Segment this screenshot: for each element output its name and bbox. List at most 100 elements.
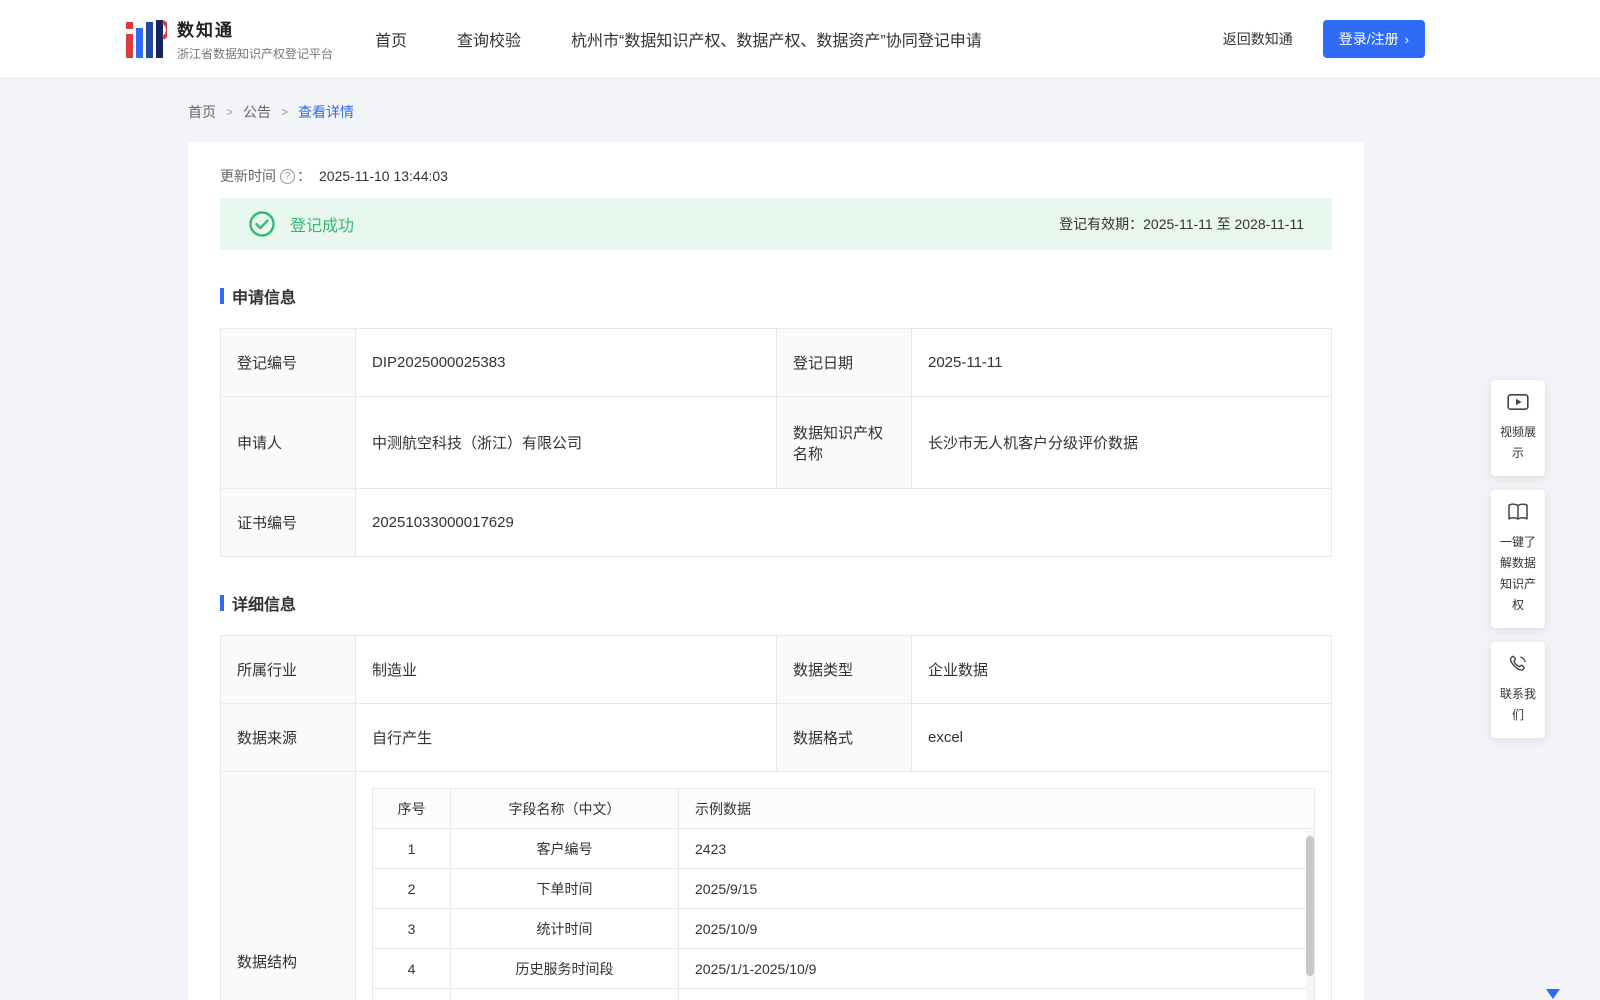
validity-label: 登记有效期： bbox=[1059, 216, 1144, 232]
breadcrumb-separator: > bbox=[281, 105, 289, 119]
logo bbox=[126, 20, 167, 58]
nav-item-home[interactable]: 首页 bbox=[375, 27, 407, 51]
cell-field-name: 下单时间 bbox=[450, 868, 679, 909]
column-header: 序号 bbox=[372, 788, 451, 829]
update-time-value: 2025-11-10 13:44:03 bbox=[319, 168, 448, 184]
field-label: 数据结构 bbox=[220, 771, 356, 1000]
chevron-right-icon: › bbox=[1404, 31, 1409, 47]
detail-info-table: 所属行业 制造业 数据类型 企业数据 数据来源 自行产生 数据格式 excel … bbox=[220, 635, 1332, 1000]
field-label: 数据类型 bbox=[776, 635, 912, 704]
table-row: 数据来源 自行产生 数据格式 excel bbox=[220, 703, 1332, 772]
table-row: 2 下单时间 2025/9/15 bbox=[372, 868, 1315, 909]
phone-icon bbox=[1509, 655, 1526, 671]
section-marker bbox=[220, 595, 224, 611]
table-row: 4 历史服务时间段 2025/1/1-2025/10/9 bbox=[372, 948, 1315, 989]
back-to-shuzhitong-link[interactable]: 返回数知通 bbox=[1223, 29, 1293, 49]
scrollbar[interactable] bbox=[1306, 830, 1314, 1000]
field-label: 登记编号 bbox=[220, 328, 356, 397]
breadcrumb: 首页 > 公告 > 查看详情 bbox=[188, 102, 1600, 122]
breadcrumb-home[interactable]: 首页 bbox=[188, 102, 216, 122]
nav-item-query-verify[interactable]: 查询校验 bbox=[457, 27, 521, 51]
brand[interactable]: 数知通 浙江省数据知识产权登记平台 bbox=[125, 16, 333, 62]
field-value: DIP2025000025383 bbox=[355, 328, 777, 397]
table-header-row: 序号 字段名称（中文） 示例数据 bbox=[372, 788, 1315, 829]
data-structure-cell: 序号 字段名称（中文） 示例数据 1 客户编号 2423 2 下单时间 2025… bbox=[355, 771, 1332, 1000]
field-label: 证书编号 bbox=[220, 488, 356, 557]
nav-item-hangzhou-registration[interactable]: 杭州市“数据知识产权、数据产权、数据资产”协同登记申请 bbox=[571, 27, 982, 51]
apply-info-table: 登记编号 DIP2025000025383 登记日期 2025-11-11 申请… bbox=[220, 328, 1332, 557]
learn-data-ip-button[interactable]: 一键了解数据知识产权 bbox=[1491, 490, 1545, 628]
table-row: 所属行业 制造业 数据类型 企业数据 bbox=[220, 635, 1332, 704]
field-value: 中测航空科技（浙江）有限公司 bbox=[355, 396, 777, 489]
table-row: 3 统计时间 2025/10/9 bbox=[372, 908, 1315, 949]
field-value: 2025-11-11 bbox=[911, 328, 1332, 397]
field-value: 20251033000017629 bbox=[355, 488, 1332, 557]
status-text: 登记成功 bbox=[290, 218, 355, 235]
section-marker bbox=[220, 288, 224, 304]
validity-text: 登记有效期：2025-11-11 至 2028-11-11 bbox=[1059, 214, 1304, 234]
field-value: 企业数据 bbox=[911, 635, 1332, 704]
field-label: 登记日期 bbox=[776, 328, 912, 397]
breadcrumb-current: 查看详情 bbox=[298, 104, 355, 120]
cell-sample: 2423 bbox=[678, 828, 1315, 869]
login-register-button[interactable]: 登录/注册 › bbox=[1322, 20, 1425, 58]
question-circle-icon[interactable] bbox=[280, 168, 295, 184]
cell-field-name: 历史服务时间段 bbox=[450, 948, 679, 989]
float-item-label: 一键了解数据知识产权 bbox=[1499, 535, 1536, 612]
cell-sample: 2025/1/1-2025/10/9 bbox=[678, 948, 1315, 989]
table-row: 申请人 中测航空科技（浙江）有限公司 数据知识产权名称 长沙市无人机客户分级评价… bbox=[220, 396, 1332, 489]
section-title-detail-info: 详细信息 bbox=[220, 591, 1332, 615]
section-title-text: 详细信息 bbox=[232, 597, 297, 614]
check-circle-icon bbox=[249, 211, 275, 237]
float-item-label: 联系我们 bbox=[1499, 687, 1536, 722]
table-row-data-structure: 数据结构 序号 字段名称（中文） 示例数据 1 客户编号 2423 2 下单时间… bbox=[220, 771, 1332, 1000]
cell-field-name: 客户编号 bbox=[450, 828, 679, 869]
video-icon bbox=[1507, 393, 1529, 410]
validity-value: 2025-11-11 至 2028-11-11 bbox=[1143, 216, 1304, 232]
column-header: 字段名称（中文） bbox=[450, 788, 679, 829]
field-value: excel bbox=[911, 703, 1332, 772]
update-time-row: 更新时间 ： 2025-11-10 13:44:03 bbox=[220, 166, 1332, 186]
cell-seq: 4 bbox=[372, 948, 451, 989]
table-row-partial bbox=[372, 988, 1315, 1000]
book-icon bbox=[1508, 503, 1528, 520]
field-label: 数据来源 bbox=[220, 703, 356, 772]
registration-success-banner: 登记成功 登记有效期：2025-11-11 至 2028-11-11 bbox=[220, 198, 1332, 250]
update-time-colon: ： bbox=[297, 168, 311, 184]
video-showcase-button[interactable]: 视频展示 bbox=[1491, 380, 1545, 476]
section-title-text: 申请信息 bbox=[232, 290, 297, 307]
field-label: 数据格式 bbox=[776, 703, 912, 772]
top-header: 数知通 浙江省数据知识产权登记平台 首页 查询校验 杭州市“数据知识产权、数据产… bbox=[0, 0, 1600, 78]
table-row: 1 客户编号 2423 bbox=[372, 828, 1315, 869]
table-row: 证书编号 20251033000017629 bbox=[220, 488, 1332, 557]
cell-sample: 2025/9/15 bbox=[678, 868, 1315, 909]
header-right: 返回数知通 登录/注册 › bbox=[1223, 20, 1425, 58]
cell-seq: 1 bbox=[372, 828, 451, 869]
breadcrumb-separator: > bbox=[226, 105, 234, 119]
scrollbar-thumb[interactable] bbox=[1306, 836, 1314, 976]
breadcrumb-announcement[interactable]: 公告 bbox=[243, 102, 271, 122]
main-nav: 首页 查询校验 杭州市“数据知识产权、数据产权、数据资产”协同登记申请 bbox=[375, 27, 982, 51]
field-label: 所属行业 bbox=[220, 635, 356, 704]
field-label: 数据知识产权名称 bbox=[776, 396, 912, 489]
column-header: 示例数据 bbox=[678, 788, 1315, 829]
cell-seq: 2 bbox=[372, 868, 451, 909]
brand-subtitle: 浙江省数据知识产权登记平台 bbox=[177, 47, 334, 61]
field-value: 自行产生 bbox=[355, 703, 777, 772]
data-structure-table: 序号 字段名称（中文） 示例数据 1 客户编号 2423 2 下单时间 2025… bbox=[372, 788, 1315, 1000]
contact-us-button[interactable]: 联系我们 bbox=[1491, 642, 1545, 738]
section-title-apply-info: 申请信息 bbox=[220, 284, 1332, 308]
detail-card: 更新时间 ： 2025-11-10 13:44:03 登记成功 登记有效期：20… bbox=[188, 142, 1364, 1000]
table-row: 登记编号 DIP2025000025383 登记日期 2025-11-11 bbox=[220, 328, 1332, 397]
data-structure-table-wrap: 序号 字段名称（中文） 示例数据 1 客户编号 2423 2 下单时间 2025… bbox=[372, 788, 1315, 1000]
field-label: 申请人 bbox=[220, 396, 356, 489]
cell-sample: 2025/10/9 bbox=[678, 908, 1315, 949]
cell-seq: 3 bbox=[372, 908, 451, 949]
brand-name: 数知通 bbox=[177, 21, 234, 40]
field-value: 长沙市无人机客户分级评价数据 bbox=[911, 396, 1332, 489]
login-button-label: 登录/注册 bbox=[1338, 31, 1399, 47]
update-time-label: 更新时间 bbox=[220, 168, 276, 184]
field-value: 制造业 bbox=[355, 635, 777, 704]
scroll-down-indicator[interactable] bbox=[1546, 989, 1560, 999]
cell-field-name: 统计时间 bbox=[450, 908, 679, 949]
